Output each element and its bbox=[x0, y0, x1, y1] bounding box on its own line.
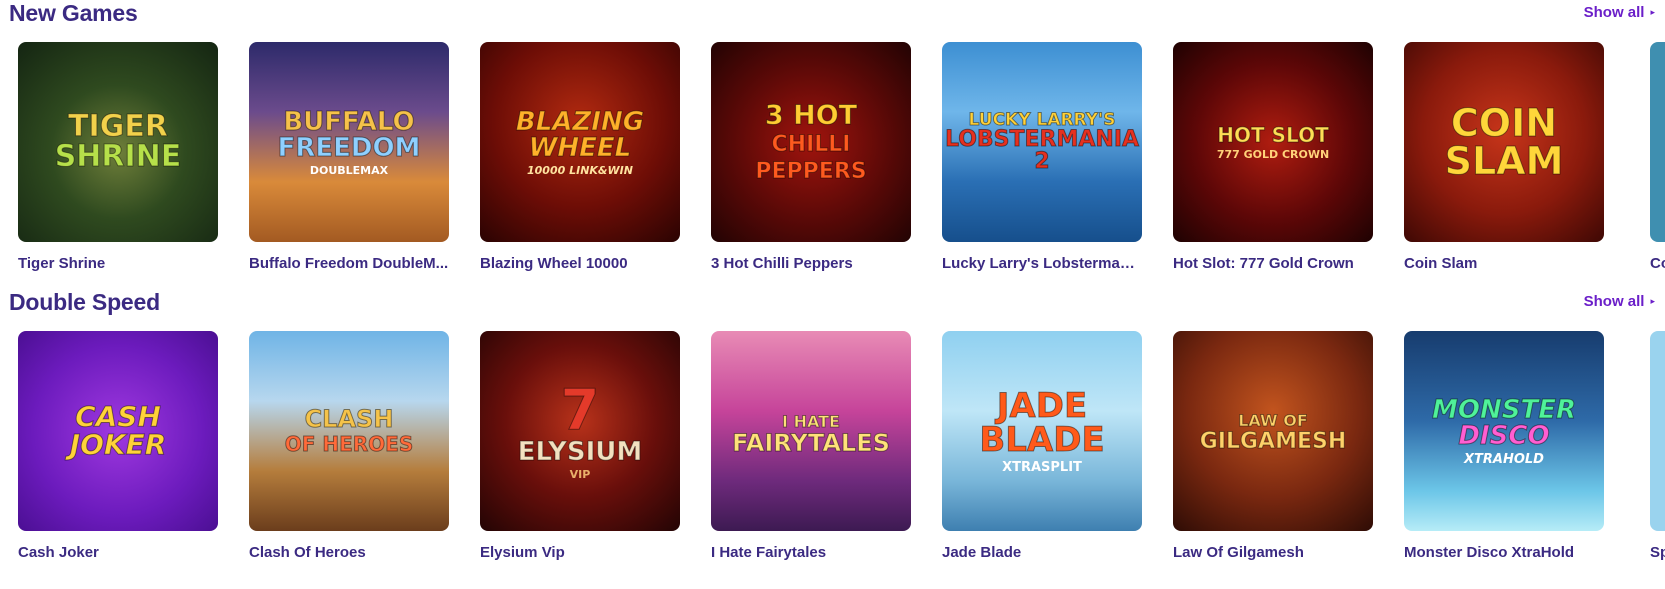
game-logo: Monster Disco XtraHold bbox=[1432, 394, 1577, 467]
game-title[interactable]: Law Of Gilgamesh bbox=[1173, 544, 1373, 561]
game-title[interactable]: Hot Slot: 777 Gold Crown bbox=[1173, 255, 1373, 272]
game-thumbnail-partial[interactable] bbox=[1650, 331, 1665, 531]
game-title[interactable]: Blazing Wheel 10000 bbox=[480, 255, 680, 272]
game-logo: Tiger Shrine bbox=[54, 109, 182, 174]
game-card[interactable]: Clash Of Heroes Clash Of Heroes bbox=[249, 331, 449, 561]
game-logo: 7 Elysium VIP bbox=[517, 377, 643, 481]
game-thumbnail[interactable]: Buffalo Freedom DoubleMax bbox=[249, 42, 449, 242]
game-logo: 3 Hot Chilli Peppers bbox=[755, 99, 867, 184]
game-thumbnail[interactable]: Clash Of Heroes bbox=[249, 331, 449, 531]
section-heading: Double Speed bbox=[9, 289, 160, 315]
game-thumbnail[interactable]: Jade Blade XtraSplit bbox=[942, 331, 1142, 531]
game-card[interactable]: Hot Slot 777 Gold Crown Hot Slot: 777 Go… bbox=[1173, 42, 1373, 272]
game-thumbnail[interactable]: Monster Disco XtraHold bbox=[1404, 331, 1604, 531]
game-title[interactable]: Tiger Shrine bbox=[18, 255, 218, 272]
game-title[interactable]: Lucky Larry's Lobstermani... bbox=[942, 255, 1142, 272]
game-thumbnail-partial[interactable] bbox=[1650, 42, 1665, 242]
game-card[interactable]: Tiger Shrine Tiger Shrine bbox=[18, 42, 218, 272]
game-title[interactable]: Coin Slam bbox=[1404, 255, 1604, 272]
game-logo: Clash Of Heroes bbox=[284, 405, 414, 456]
game-title[interactable]: Jade Blade bbox=[942, 544, 1142, 561]
game-card[interactable]: 3 Hot Chilli Peppers 3 Hot Chilli Peppers bbox=[711, 42, 911, 272]
game-title-partial[interactable]: Sp bbox=[1650, 544, 1665, 561]
game-thumbnail[interactable]: 7 Elysium VIP bbox=[480, 331, 680, 531]
game-card[interactable]: 7 Elysium VIP Elysium Vip bbox=[480, 331, 680, 561]
game-logo: Buffalo Freedom DoubleMax bbox=[277, 106, 421, 177]
caret-right-icon: ▸ bbox=[1650, 296, 1655, 306]
game-card[interactable]: Lucky Larry's Lobstermania 2 Lucky Larry'… bbox=[942, 42, 1142, 272]
game-logo: Hot Slot 777 Gold Crown bbox=[1216, 122, 1330, 161]
game-card[interactable]: Blazing Wheel 10000 Link&Win Blazing Whee… bbox=[480, 42, 680, 272]
game-thumbnail[interactable]: I Hate Fairytales bbox=[711, 331, 911, 531]
show-all-link[interactable]: Show all ▸ bbox=[1584, 293, 1655, 310]
game-thumbnail[interactable]: Hot Slot 777 Gold Crown bbox=[1173, 42, 1373, 242]
section-heading: New Games bbox=[9, 0, 138, 26]
game-logo: Lucky Larry's Lobstermania 2 bbox=[944, 109, 1140, 174]
game-thumbnail[interactable]: Lucky Larry's Lobstermania 2 bbox=[942, 42, 1142, 242]
game-title[interactable]: I Hate Fairytales bbox=[711, 544, 911, 561]
show-all-link[interactable]: Show all ▸ bbox=[1584, 4, 1655, 21]
game-title[interactable]: Buffalo Freedom DoubleM... bbox=[249, 255, 449, 272]
game-card[interactable]: Law of Gilgamesh Law Of Gilgamesh bbox=[1173, 331, 1373, 561]
game-logo: Law of Gilgamesh bbox=[1199, 411, 1347, 454]
game-card[interactable]: Jade Blade XtraSplit Jade Blade bbox=[942, 331, 1142, 561]
game-title[interactable]: Monster Disco XtraHold bbox=[1404, 544, 1604, 561]
game-card[interactable]: Cash Joker Cash Joker bbox=[18, 331, 218, 561]
games-row: Cash Joker Cash Joker Clash Of Heroes Clas… bbox=[18, 331, 1604, 561]
game-logo: Coin Slam bbox=[1444, 101, 1564, 183]
caret-right-icon: ▸ bbox=[1650, 7, 1655, 17]
game-thumbnail[interactable]: Coin Slam bbox=[1404, 42, 1604, 242]
game-thumbnail[interactable]: 3 Hot Chilli Peppers bbox=[711, 42, 911, 242]
game-title[interactable]: Clash Of Heroes bbox=[249, 544, 449, 561]
game-card[interactable]: I Hate Fairytales I Hate Fairytales bbox=[711, 331, 911, 561]
game-logo: Blazing Wheel 10000 Link&Win bbox=[515, 106, 645, 177]
game-card[interactable]: Monster Disco XtraHold Monster Disco Xtra… bbox=[1404, 331, 1604, 561]
game-logo: Cash Joker bbox=[69, 400, 167, 461]
show-all-label: Show all bbox=[1583, 4, 1645, 21]
game-card[interactable]: Buffalo Freedom DoubleMax Buffalo Freedom… bbox=[249, 42, 449, 272]
game-logo: I Hate Fairytales bbox=[732, 412, 891, 457]
game-title[interactable]: Elysium Vip bbox=[480, 544, 680, 561]
game-title[interactable]: Cash Joker bbox=[18, 544, 218, 561]
game-thumbnail[interactable]: Law of Gilgamesh bbox=[1173, 331, 1373, 531]
game-thumbnail[interactable]: Blazing Wheel 10000 Link&Win bbox=[480, 42, 680, 242]
game-logo: Jade Blade XtraSplit bbox=[979, 385, 1105, 475]
game-title-partial[interactable]: Co bbox=[1650, 255, 1665, 272]
game-title[interactable]: 3 Hot Chilli Peppers bbox=[711, 255, 911, 272]
game-thumbnail[interactable]: Tiger Shrine bbox=[18, 42, 218, 242]
game-thumbnail[interactable]: Cash Joker bbox=[18, 331, 218, 531]
show-all-label: Show all bbox=[1583, 293, 1645, 310]
games-row: Tiger Shrine Tiger Shrine Buffalo Freedom … bbox=[18, 42, 1604, 272]
game-card[interactable]: Coin Slam Coin Slam bbox=[1404, 42, 1604, 272]
